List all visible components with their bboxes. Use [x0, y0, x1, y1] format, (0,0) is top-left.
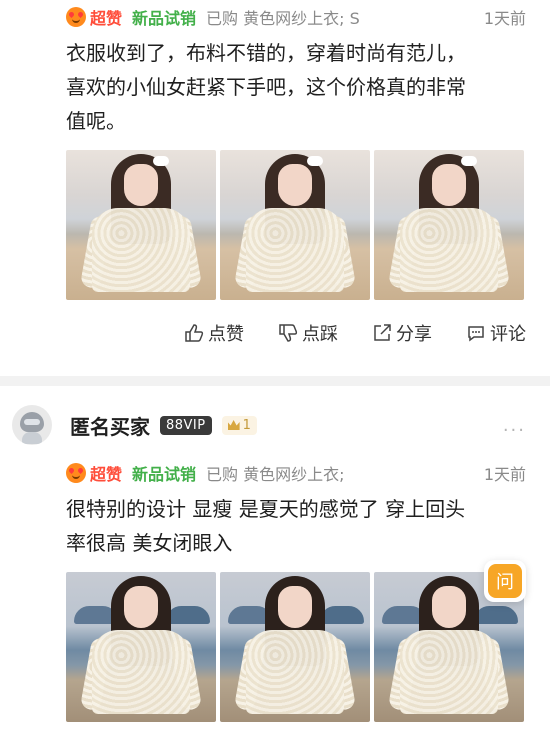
super-like-label: 超赞: [90, 465, 123, 484]
comment-label: 评论: [490, 324, 526, 345]
review-text: 很特别的设计 显瘦 是夏天的感觉了 穿上回头 率很高 美女闭眼入: [66, 492, 526, 560]
crown-count: 1: [242, 417, 251, 433]
review-text-line: 衣服收到了，布料不错的，穿着时尚有范儿，: [66, 41, 466, 65]
vip-badge: 88VIP: [160, 415, 212, 435]
review-text-line: 很特别的设计 显瘦 是夏天的感觉了 穿上回头: [66, 497, 466, 521]
thumbs-down-icon: [279, 324, 298, 342]
like-button[interactable]: 点赞: [184, 320, 244, 346]
comment-button[interactable]: 评论: [466, 320, 526, 346]
share-label: 分享: [396, 324, 432, 345]
dislike-button[interactable]: 点踩: [278, 320, 338, 346]
review-meta: 超赞 新品试销 已购 黄色网纱上衣; S 1天前: [66, 0, 526, 34]
review-card-1: 超赞 新品试销 已购 黄色网纱上衣; S 1天前 衣服收到了，布料不错的，穿着时…: [0, 0, 550, 366]
super-like-badge: 超赞: [66, 461, 122, 485]
heart-eyes-emoji-icon: [66, 463, 86, 483]
share-icon: [374, 324, 391, 341]
avatar[interactable]: [12, 405, 52, 445]
review-time: 1天前: [483, 9, 526, 28]
ask-question-button[interactable]: 问: [484, 560, 526, 602]
reviewer-row: 匿名买家 88VIP 1 ...: [0, 394, 550, 456]
review-text-line: 值呢。: [66, 109, 126, 133]
review-photo[interactable]: [374, 150, 524, 300]
review-meta: 超赞 新品试销 已购 黄色网纱上衣; 1天前: [66, 456, 526, 490]
review-card-2: 超赞 新品试销 已购 黄色网纱上衣; 1天前 很特别的设计 显瘦 是夏天的感觉了…: [0, 456, 550, 722]
review-text-line: 率很高 美女闭眼入: [66, 531, 233, 555]
purchase-info: 已购 黄色网纱上衣; S: [206, 9, 360, 28]
review-actions: 点赞 点踩 分享 评论: [66, 300, 526, 366]
ask-label: 问: [488, 564, 522, 598]
new-product-badge: 新品试销: [132, 465, 197, 484]
super-like-label: 超赞: [90, 9, 123, 28]
section-divider: [0, 376, 550, 386]
review-photo[interactable]: [66, 572, 216, 722]
share-button[interactable]: 分享: [372, 320, 432, 346]
heart-eyes-emoji-icon: [66, 7, 86, 27]
review-time: 1天前: [483, 465, 526, 484]
review-photos: [66, 572, 526, 722]
super-like-badge: 超赞: [66, 5, 122, 29]
comment-icon: [468, 326, 484, 342]
reviewer-name: 匿名买家: [70, 414, 150, 439]
new-product-badge: 新品试销: [132, 9, 197, 28]
review-text: 衣服收到了，布料不错的，穿着时尚有范儿， 喜欢的小仙女赶紧下手吧，这个价格真的非…: [66, 36, 526, 138]
review-text-line: 喜欢的小仙女赶紧下手吧，这个价格真的非常: [66, 75, 466, 99]
purchase-info: 已购 黄色网纱上衣;: [206, 465, 345, 484]
review-photo[interactable]: [220, 150, 370, 300]
more-options-icon[interactable]: ...: [503, 415, 526, 436]
crown-badge: 1: [221, 415, 257, 435]
review-photo[interactable]: [220, 572, 370, 722]
review-photos: [66, 150, 526, 300]
like-label: 点赞: [208, 324, 244, 345]
crown-icon: [227, 420, 240, 430]
review-photo[interactable]: [66, 150, 216, 300]
thumbs-up-icon: [185, 324, 204, 342]
dislike-label: 点踩: [302, 324, 338, 345]
